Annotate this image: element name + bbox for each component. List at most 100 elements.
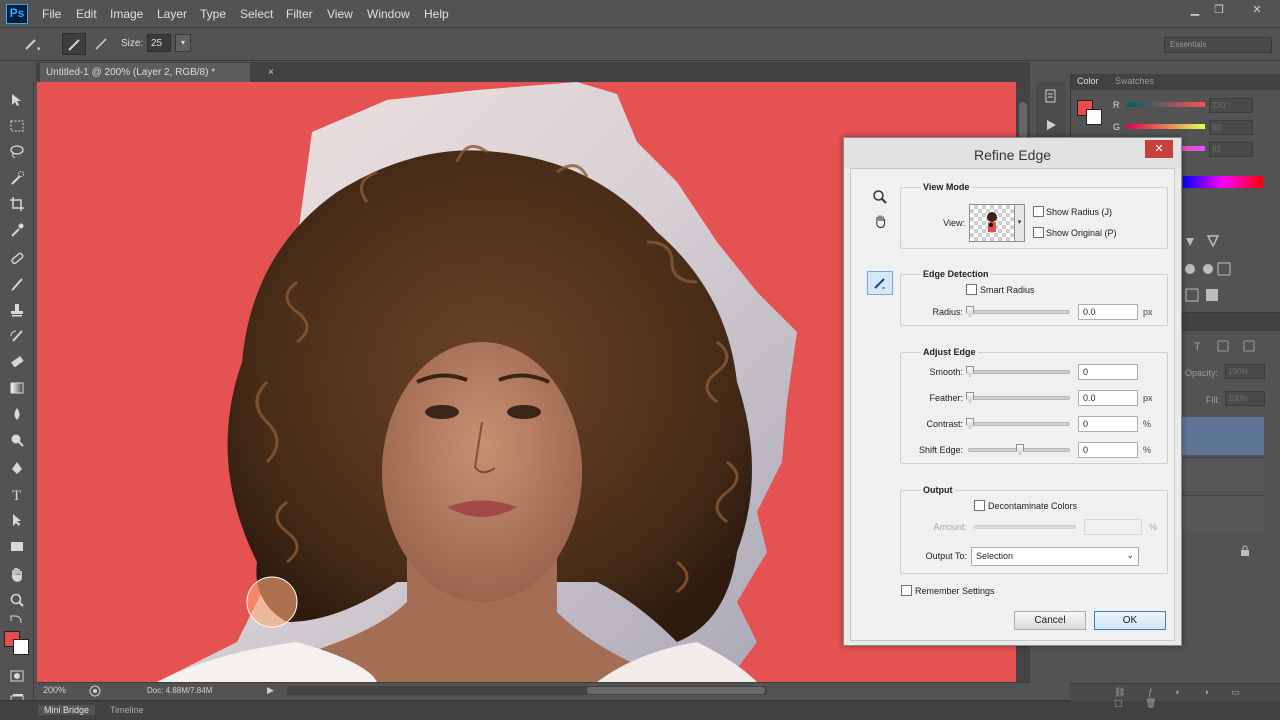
horizontal-scroll-thumb[interactable] <box>587 687 765 694</box>
selected-layer-row[interactable] <box>1182 417 1264 455</box>
menu-select[interactable]: Select <box>240 7 273 21</box>
dialog-hand-tool[interactable] <box>867 209 893 233</box>
smooth-slider[interactable] <box>966 366 1070 377</box>
red-channel-slider[interactable] <box>1127 102 1205 107</box>
radius-slider[interactable] <box>966 306 1070 317</box>
size-input[interactable]: 25 <box>147 34 171 52</box>
feather-slider[interactable] <box>966 392 1070 403</box>
green-channel-field[interactable]: 80 <box>1209 120 1253 135</box>
feather-input[interactable]: 0.0 <box>1078 390 1138 406</box>
adjustments-icons-row1[interactable] <box>1184 232 1224 250</box>
marquee-tool[interactable] <box>6 116 28 136</box>
status-menu-arrow-icon[interactable]: ▶ <box>267 685 274 696</box>
zoom-level[interactable]: 200% <box>43 685 66 695</box>
layer-filter-icons[interactable]: T <box>1192 339 1272 353</box>
quick-selection-tool[interactable] <box>6 168 28 188</box>
menu-filter[interactable]: Filter <box>286 7 313 21</box>
tab-color[interactable]: Color <box>1077 76 1099 86</box>
background-color-swatch[interactable] <box>13 639 29 655</box>
feather-slider-thumb[interactable] <box>966 392 974 403</box>
decontaminate-colors-checkbox[interactable] <box>974 500 985 511</box>
shift-edge-slider[interactable] <box>968 444 1070 455</box>
menu-view[interactable]: View <box>327 7 353 21</box>
tab-swatches[interactable]: Swatches <box>1115 76 1154 86</box>
brush-tool[interactable] <box>6 274 28 294</box>
document-tab-close[interactable]: × <box>268 67 274 78</box>
erase-refinements-button[interactable] <box>90 33 114 55</box>
history-panel-icon[interactable] <box>1044 88 1058 104</box>
size-dropdown-arrow[interactable]: ▾ <box>175 34 191 52</box>
smart-radius-checkbox[interactable] <box>966 284 977 295</box>
hand-tool[interactable] <box>6 564 28 584</box>
type-tool[interactable]: T <box>6 484 28 504</box>
menu-image[interactable]: Image <box>110 7 143 21</box>
dialog-zoom-tool[interactable] <box>867 185 893 209</box>
dodge-tool[interactable] <box>6 430 28 450</box>
smooth-slider-thumb[interactable] <box>966 366 974 377</box>
clone-stamp-tool[interactable] <box>6 300 28 320</box>
ok-button[interactable]: OK <box>1094 611 1166 630</box>
dialog-close-button[interactable]: ✕ <box>1145 140 1173 158</box>
swap-colors-button[interactable] <box>6 612 28 626</box>
menu-file[interactable]: File <box>42 7 61 21</box>
adjustments-icons-row3[interactable] <box>1184 286 1224 304</box>
workspace-switcher[interactable]: Essentials <box>1164 37 1272 53</box>
blue-channel-field[interactable]: 82 <box>1209 142 1253 157</box>
shift-edge-slider-thumb[interactable] <box>1016 444 1024 455</box>
gradient-tool[interactable] <box>6 378 28 398</box>
crop-tool[interactable] <box>6 194 28 214</box>
refine-radius-tool[interactable] <box>867 271 893 295</box>
panel-background-swatch[interactable] <box>1086 109 1102 125</box>
smooth-input[interactable]: 0 <box>1078 364 1138 380</box>
path-selection-tool[interactable] <box>6 510 28 530</box>
color-spectrum-bar[interactable] <box>1183 176 1263 188</box>
zoom-tool[interactable] <box>6 590 28 610</box>
fill-field[interactable]: 100% <box>1225 391 1265 406</box>
remember-settings-checkbox[interactable] <box>901 585 912 596</box>
eraser-tool[interactable] <box>6 352 28 372</box>
lasso-tool[interactable] <box>6 142 28 162</box>
layer-row[interactable] <box>1182 457 1264 493</box>
quick-mask-button[interactable] <box>6 666 28 686</box>
healing-brush-tool[interactable] <box>6 248 28 268</box>
move-tool[interactable] <box>6 90 28 110</box>
radius-input[interactable]: 0.0 <box>1078 304 1138 320</box>
window-close-button[interactable]: ✕ <box>1242 3 1272 17</box>
menu-edit[interactable]: Edit <box>76 7 97 21</box>
green-channel-slider[interactable] <box>1127 124 1205 129</box>
opacity-field[interactable]: 100% <box>1225 364 1265 379</box>
horizontal-scrollbar[interactable] <box>287 686 767 695</box>
menu-type[interactable]: Type <box>200 7 226 21</box>
adjustments-icons-row2[interactable] <box>1184 260 1234 278</box>
contrast-slider[interactable] <box>966 418 1070 429</box>
menu-window[interactable]: Window <box>367 7 410 21</box>
document-tab[interactable]: Untitled-1 @ 200% (Layer 2, RGB/8) * <box>40 63 250 82</box>
tab-timeline[interactable]: Timeline <box>110 705 144 715</box>
red-channel-field[interactable]: 230 <box>1209 98 1253 113</box>
cancel-button[interactable]: Cancel <box>1014 611 1086 630</box>
sharing-icon[interactable] <box>89 685 101 697</box>
radius-slider-thumb[interactable] <box>966 306 974 317</box>
view-mode-thumbnail[interactable] <box>969 204 1015 242</box>
tab-mini-bridge[interactable]: Mini Bridge <box>38 705 96 715</box>
blur-tool[interactable] <box>6 404 28 424</box>
layers-footer-icons[interactable]: ⛓ ƒ ◐ ◑ ▭ ▢ 🗑 <box>1114 687 1280 709</box>
refine-radius-mode-button[interactable] <box>62 33 86 55</box>
view-mode-dropdown-arrow[interactable]: ▾ <box>1015 204 1025 242</box>
shape-tool[interactable] <box>6 536 28 556</box>
tool-preset-picker[interactable]: ▾ <box>20 33 44 55</box>
minimize-button[interactable]: ▁ <box>1184 3 1206 17</box>
eyedropper-tool[interactable] <box>6 220 28 240</box>
menu-layer[interactable]: Layer <box>157 7 187 21</box>
actions-play-icon[interactable] <box>1044 118 1058 132</box>
show-radius-checkbox[interactable] <box>1033 206 1044 217</box>
shift-edge-input[interactable]: 0 <box>1078 442 1138 458</box>
history-brush-tool[interactable] <box>6 326 28 346</box>
pen-tool[interactable] <box>6 458 28 478</box>
contrast-input[interactable]: 0 <box>1078 416 1138 432</box>
restore-button[interactable]: ❐ <box>1208 3 1230 17</box>
output-to-select[interactable]: Selection ⌄ <box>971 547 1139 566</box>
show-original-checkbox[interactable] <box>1033 227 1044 238</box>
layer-row[interactable] <box>1182 495 1264 531</box>
dialog-titlebar[interactable]: Refine Edge ✕ <box>844 138 1181 168</box>
